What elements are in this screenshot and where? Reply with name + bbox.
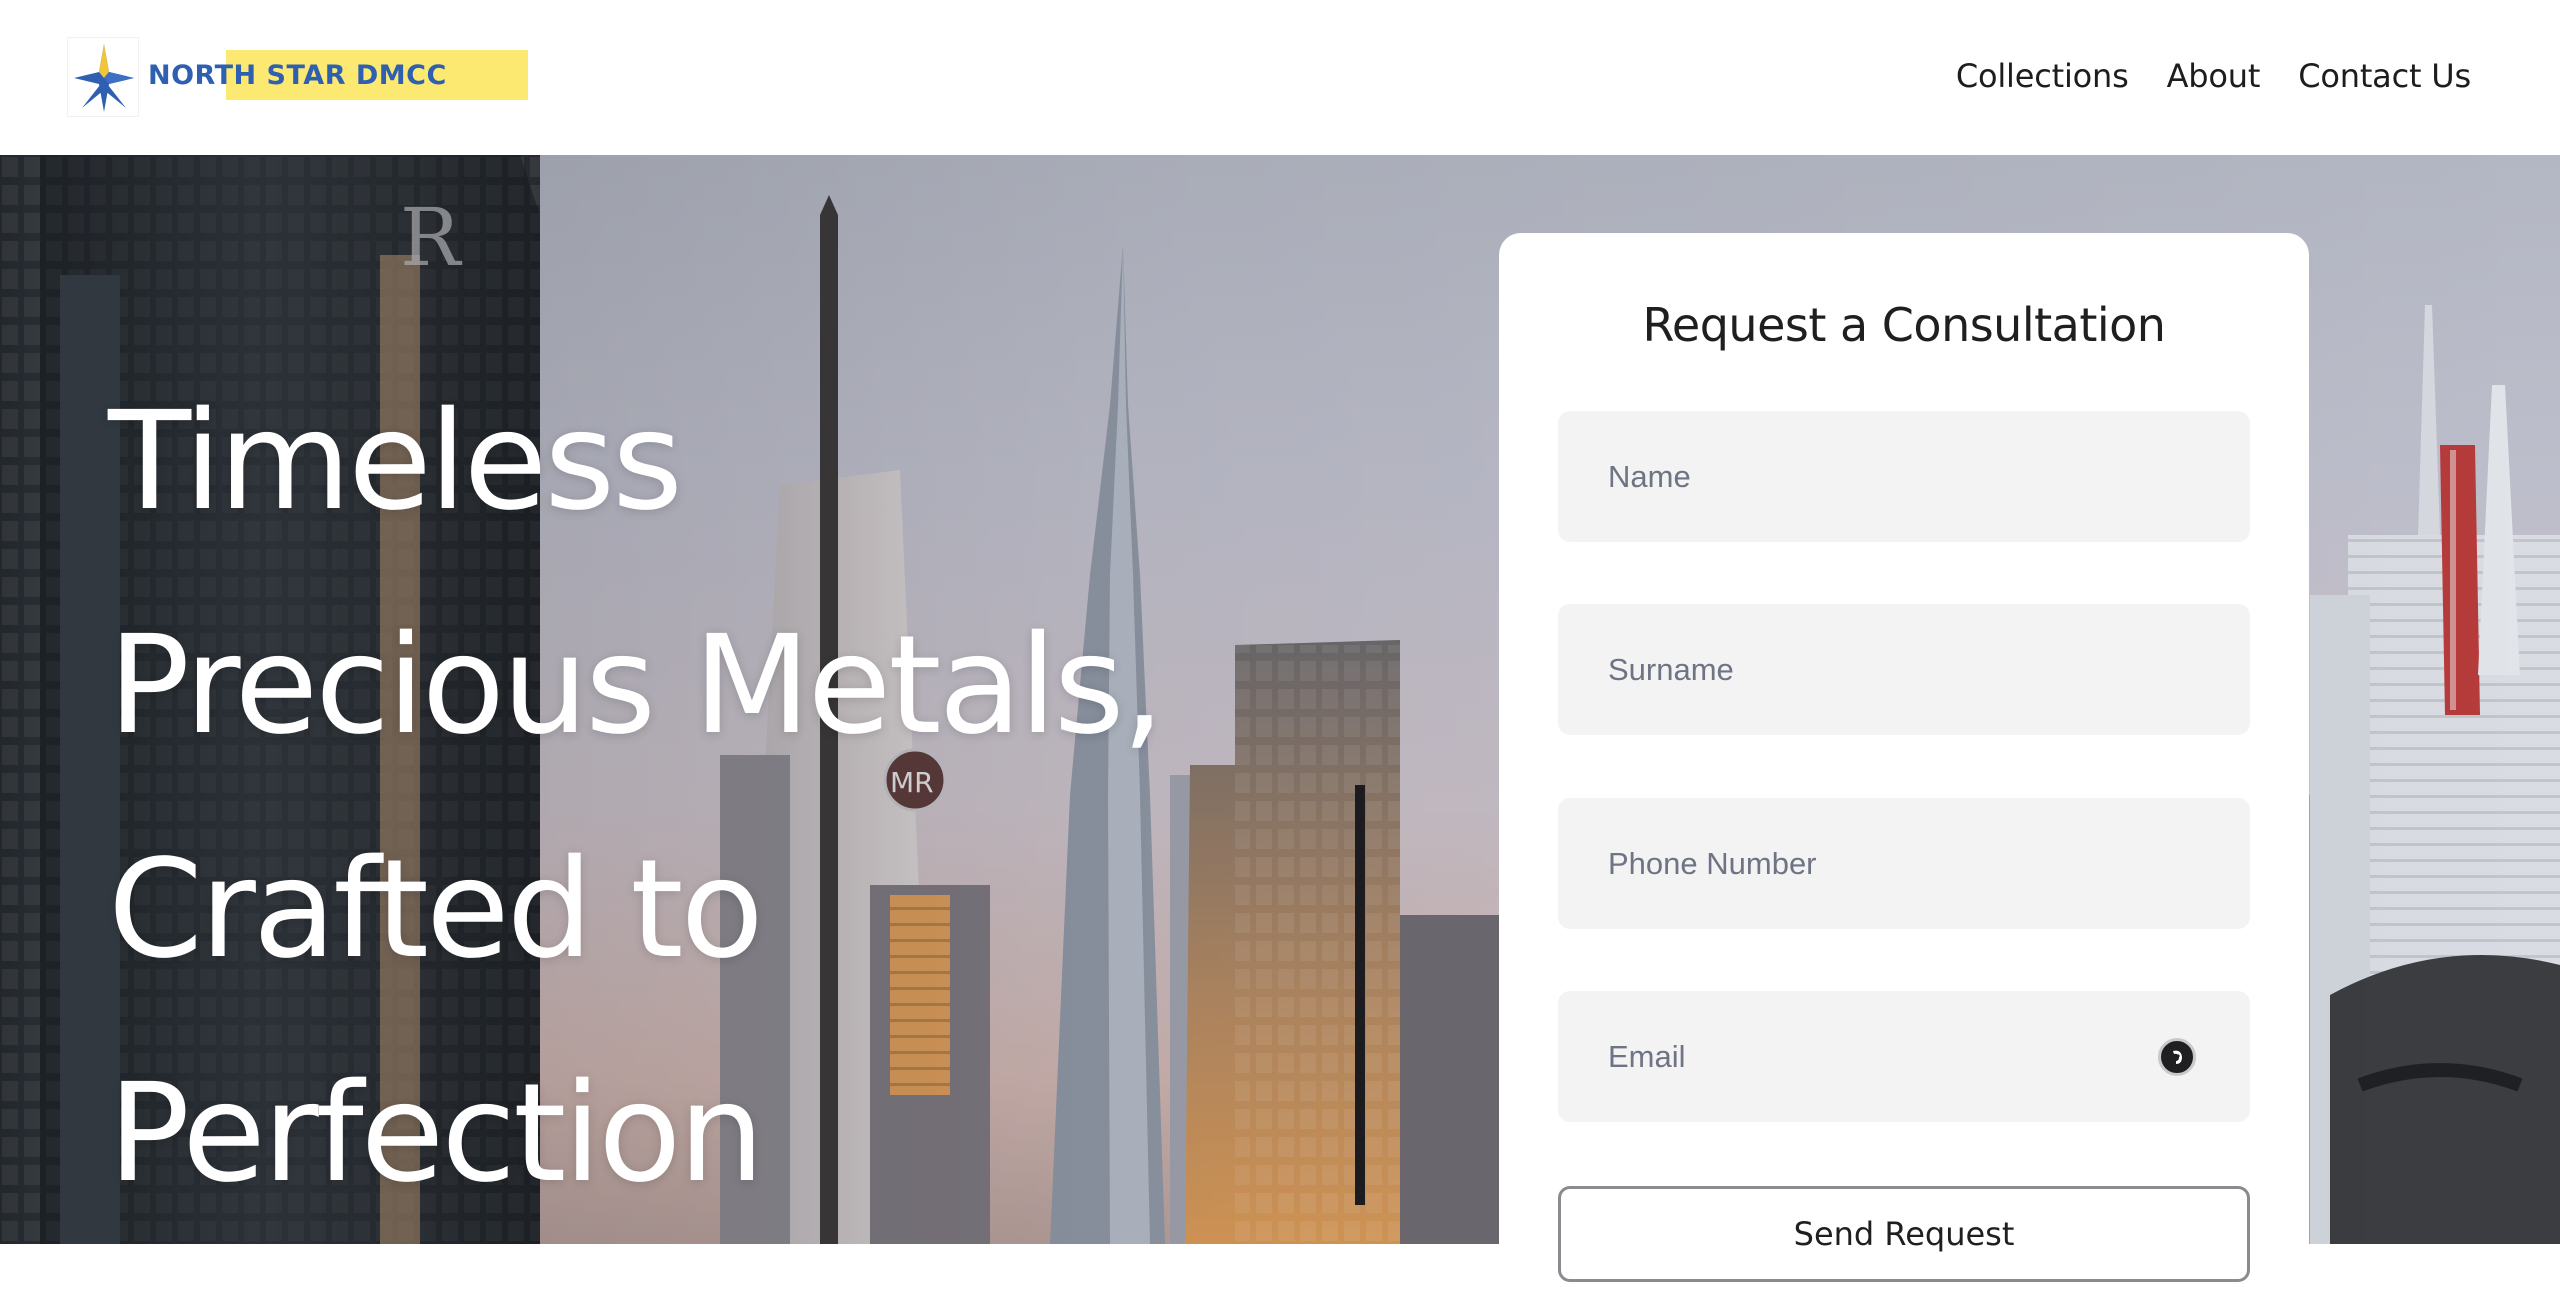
logo-text: NORTH STAR DMCC	[148, 60, 447, 91]
site-header: NORTH STAR DMCC Collections About Contac…	[0, 0, 2560, 155]
nav-contact-us[interactable]: Contact Us	[2298, 56, 2471, 96]
logo-link[interactable]: NORTH STAR DMCC	[68, 38, 528, 116]
form-title: Request a Consultation	[1642, 298, 2166, 352]
headline-line-4: Perfection	[108, 1055, 765, 1213]
nav-collections[interactable]: Collections	[1956, 56, 2129, 96]
headline-line-1: Timeless	[108, 383, 683, 541]
consultation-form: Request a Consultation Send Request	[1499, 233, 2309, 1293]
nav-about[interactable]: About	[2167, 56, 2261, 96]
autofill-icon[interactable]	[2158, 1038, 2196, 1076]
send-request-button[interactable]: Send Request	[1558, 1186, 2250, 1282]
hero-headline: Timeless Precious Metals, Crafted to Per…	[108, 350, 1408, 1244]
headline-line-2: Precious Metals,	[108, 607, 1165, 765]
name-input[interactable]	[1558, 411, 2250, 542]
main-nav: Collections About Contact Us	[1956, 56, 2471, 96]
star-logo-icon	[68, 38, 138, 116]
phone-input[interactable]	[1558, 798, 2250, 929]
surname-input[interactable]	[1558, 604, 2250, 735]
headline-line-3: Crafted to	[108, 831, 764, 989]
email-input[interactable]	[1558, 991, 2250, 1122]
